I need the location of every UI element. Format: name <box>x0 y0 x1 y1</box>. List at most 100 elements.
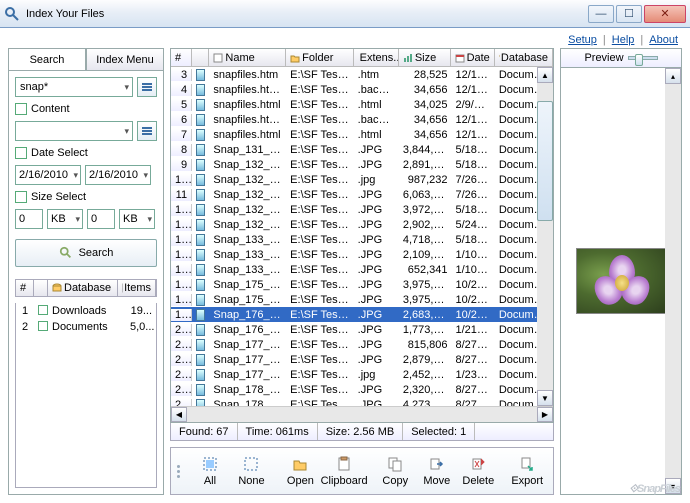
tab-search[interactable]: Search <box>8 48 86 70</box>
table-row[interactable]: 17Snap_175_75...E:\SF TestFiles....JPG3,… <box>171 277 553 292</box>
col-database[interactable]: Database <box>495 49 553 66</box>
col-date[interactable]: Date <box>451 49 494 66</box>
table-row[interactable]: 24Snap_178_78...E:\SF TestFiles....JPG2,… <box>171 382 553 397</box>
size-select-checkbox[interactable]: Size Select <box>15 191 157 203</box>
table-row[interactable]: 20Snap_176_76...E:\SF TestFiles....JPG1,… <box>171 322 553 337</box>
clipboard-button[interactable]: Clipboard <box>322 451 366 491</box>
top-links: Setup | Help | About <box>8 34 682 46</box>
col-icon[interactable] <box>192 49 209 66</box>
table-row[interactable]: 15Snap_133_33...E:\SF TestFiles....JPG2,… <box>171 247 553 262</box>
scroll-up-icon[interactable]: ▲ <box>537 67 553 83</box>
table-row[interactable]: 9Snap_132_32...E:\SF TestFiles....JPG2,8… <box>171 157 553 172</box>
all-button[interactable]: All <box>190 451 230 491</box>
close-button[interactable]: ✕ <box>644 5 686 23</box>
open-icon <box>291 455 309 473</box>
table-row[interactable]: 5snapfiles.htmlE:\SF TestFiles....html34… <box>171 97 553 112</box>
col-folder[interactable]: Folder <box>286 49 353 66</box>
date-from-combo[interactable]: 2/16/2010 <box>15 165 81 185</box>
database-header: # Database Items <box>15 279 157 297</box>
table-row[interactable]: 14Snap_133_33...E:\SF TestFiles....JPG4,… <box>171 232 553 247</box>
col-size[interactable]: Size <box>399 49 452 66</box>
table-row[interactable]: 7snapfiles.htmlE:\SF TestFiles....html34… <box>171 127 553 142</box>
about-link[interactable]: About <box>649 34 678 46</box>
preview-zoom-slider[interactable] <box>628 56 658 60</box>
search-icon <box>59 246 73 260</box>
select-all-icon <box>201 455 219 473</box>
table-row[interactable]: 4snapfiles.html.b...E:\SF TestFiles....b… <box>171 82 553 97</box>
database-row[interactable]: 2Documents5,0... <box>16 319 156 335</box>
size-to-unit[interactable]: KB <box>119 209 155 229</box>
table-row[interactable]: 21Snap_177_77...E:\SF TestFiles....JPG81… <box>171 337 553 352</box>
table-row[interactable]: 13Snap_132_32...E:\SF TestFiles....JPG2,… <box>171 217 553 232</box>
scroll-left-icon[interactable]: ◀ <box>171 407 187 422</box>
file-icon <box>196 294 205 306</box>
col-num[interactable]: # <box>171 49 192 66</box>
clipboard-icon <box>335 455 353 473</box>
scroll-right-icon[interactable]: ▶ <box>537 407 553 422</box>
search-name-options-button[interactable] <box>137 77 157 97</box>
content-combo[interactable] <box>15 121 133 141</box>
scroll-thumb[interactable] <box>537 101 553 221</box>
checkbox-icon <box>15 147 27 159</box>
move-button[interactable]: Move <box>417 451 457 491</box>
left-tabs: Search Index Menu <box>8 48 164 70</box>
file-icon <box>196 399 205 407</box>
scroll-up-icon[interactable]: ▴ <box>665 68 681 84</box>
none-button[interactable]: None <box>232 451 272 491</box>
table-row[interactable]: 25Snap_178_78...E:\SF TestFiles....JPG4,… <box>171 397 553 406</box>
content-checkbox[interactable]: Content <box>15 103 157 115</box>
grid-body[interactable]: 3snapfiles.htmE:\SF TestFiles....htm28,5… <box>171 67 553 406</box>
size-from-input[interactable]: 0 <box>15 209 43 229</box>
table-row[interactable]: 3snapfiles.htmE:\SF TestFiles....htm28,5… <box>171 67 553 82</box>
table-row[interactable]: 19Snap_176_76...E:\SF TestFiles....JPG2,… <box>171 307 553 322</box>
file-icon <box>196 189 205 201</box>
date-select-checkbox[interactable]: Date Select <box>15 147 157 159</box>
file-icon <box>196 84 205 96</box>
copy-button[interactable]: Copy <box>376 451 416 491</box>
maximize-button[interactable]: ☐ <box>616 5 642 23</box>
search-name-combo[interactable]: snap* <box>15 77 133 97</box>
status-found: Found: 67 <box>171 423 238 440</box>
search-button[interactable]: Search <box>15 239 157 267</box>
scroll-down-icon[interactable]: ▾ <box>665 478 681 494</box>
vertical-scrollbar[interactable]: ▲ ▼ <box>537 67 553 406</box>
size-from-unit[interactable]: KB <box>47 209 83 229</box>
preview-scrollbar[interactable]: ▴ ▾ <box>665 68 681 494</box>
table-row[interactable]: 22Snap_177_77...E:\SF TestFiles....JPG2,… <box>171 352 553 367</box>
content-options-button[interactable] <box>137 121 157 141</box>
minimize-button[interactable]: — <box>588 5 614 23</box>
delete-button[interactable]: Delete <box>459 451 499 491</box>
table-row[interactable]: 11Snap_132_32...E:\SF TestFiles....JPG6,… <box>171 187 553 202</box>
col-extension[interactable]: Extens... <box>354 49 399 66</box>
table-row[interactable]: 12Snap_132_32...E:\SF TestFiles....JPG3,… <box>171 202 553 217</box>
scroll-down-icon[interactable]: ▼ <box>537 390 553 406</box>
col-num[interactable]: # <box>16 280 34 296</box>
file-icon <box>196 159 205 171</box>
open-button[interactable]: Open <box>281 451 321 491</box>
col-items[interactable]: Items <box>118 280 156 296</box>
database-icon <box>52 283 62 293</box>
table-row[interactable]: 6snapfiles.html.b...E:\SF TestFiles....b… <box>171 112 553 127</box>
size-to-input[interactable]: 0 <box>87 209 115 229</box>
help-link[interactable]: Help <box>612 34 635 46</box>
file-icon <box>196 234 205 246</box>
database-row[interactable]: 1Downloads19... <box>16 303 156 319</box>
file-icon <box>196 69 205 81</box>
preview-label: Preview <box>584 52 623 64</box>
date-to-combo[interactable]: 2/16/2010 <box>85 165 151 185</box>
copy-icon <box>386 455 404 473</box>
col-database[interactable]: Database <box>48 280 118 296</box>
table-row[interactable]: 8Snap_131_31...E:\SF TestFiles....JPG3,8… <box>171 142 553 157</box>
col-name[interactable]: Name <box>209 49 286 66</box>
col-check[interactable] <box>34 280 48 296</box>
export-button[interactable]: Export <box>507 451 547 491</box>
table-row[interactable]: 16Snap_133_33...E:\SF TestFiles....JPG65… <box>171 262 553 277</box>
tab-index-menu[interactable]: Index Menu <box>86 48 164 70</box>
preview-header: Preview <box>560 48 682 68</box>
horizontal-scrollbar[interactable]: ◀ ▶ <box>171 406 553 422</box>
table-row[interactable]: 18Snap_175_75...E:\SF TestFiles....JPG3,… <box>171 292 553 307</box>
setup-link[interactable]: Setup <box>568 34 597 46</box>
file-icon <box>196 129 205 141</box>
table-row[interactable]: 10Snap_132_32...E:\SF TestFiles....jpg98… <box>171 172 553 187</box>
table-row[interactable]: 23Snap_177_77...E:\SF TestFiles....jpg2,… <box>171 367 553 382</box>
